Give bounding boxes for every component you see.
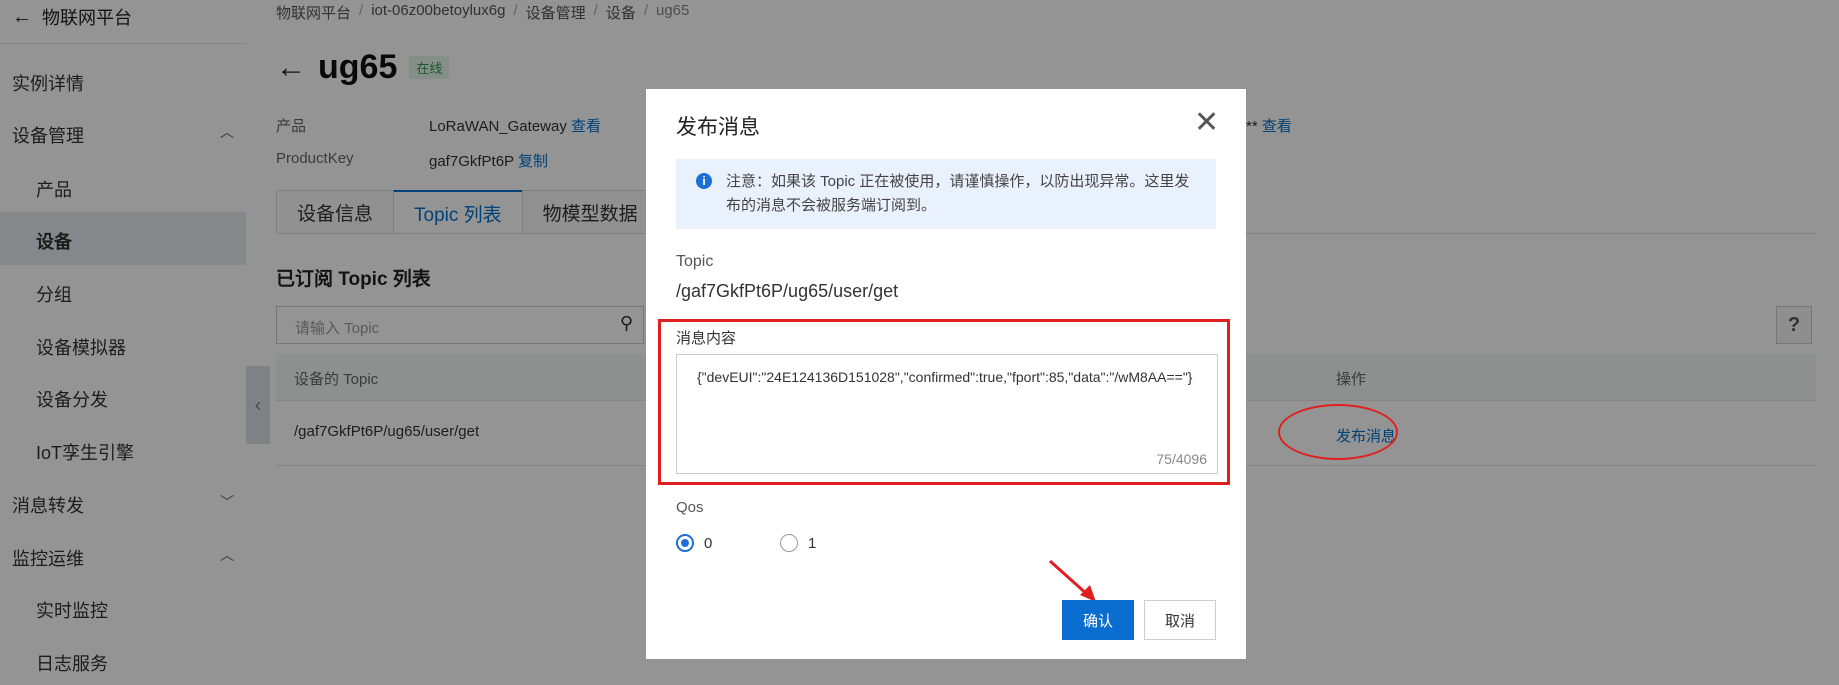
- close-icon[interactable]: ✕: [1194, 105, 1219, 140]
- notice-text: 注意：如果该 Topic 正在被使用，请谨慎操作，以防出现异常。这里发布的消息不…: [726, 173, 1190, 214]
- info-icon: i: [696, 173, 712, 189]
- annotation-arrow-icon: [1048, 559, 1096, 602]
- message-content-text: {"devEUI":"24E124136D151028","confirmed"…: [697, 369, 1193, 385]
- dialog-title: 发布消息: [676, 116, 760, 139]
- qos-radio-0[interactable]: 0: [676, 534, 712, 552]
- radio-checked-icon[interactable]: [676, 534, 694, 552]
- topic-label: Topic: [676, 253, 714, 270]
- notice-banner: i 注意：如果该 Topic 正在被使用，请谨慎操作，以防出现异常。这里发布的消…: [676, 159, 1216, 229]
- qos-option-label: 0: [704, 534, 713, 552]
- qos-label: Qos: [676, 499, 704, 516]
- cancel-button[interactable]: 取消: [1144, 600, 1216, 640]
- qos-radio-1[interactable]: 1: [780, 534, 816, 552]
- annotation-ellipse: [1278, 404, 1398, 460]
- char-count: 75/4096: [1156, 451, 1207, 467]
- radio-unchecked-icon[interactable]: [780, 534, 798, 552]
- topic-value: /gaf7GkfPt6P/ug65/user/get: [676, 281, 899, 301]
- message-content-textarea[interactable]: {"devEUI":"24E124136D151028","confirmed"…: [676, 354, 1218, 474]
- confirm-button[interactable]: 确认: [1062, 600, 1134, 640]
- content-label: 消息内容: [676, 330, 737, 347]
- qos-option-label: 1: [808, 534, 817, 552]
- publish-message-dialog: 发布消息 ✕ i 注意：如果该 Topic 正在被使用，请谨慎操作，以防出现异常…: [646, 89, 1246, 659]
